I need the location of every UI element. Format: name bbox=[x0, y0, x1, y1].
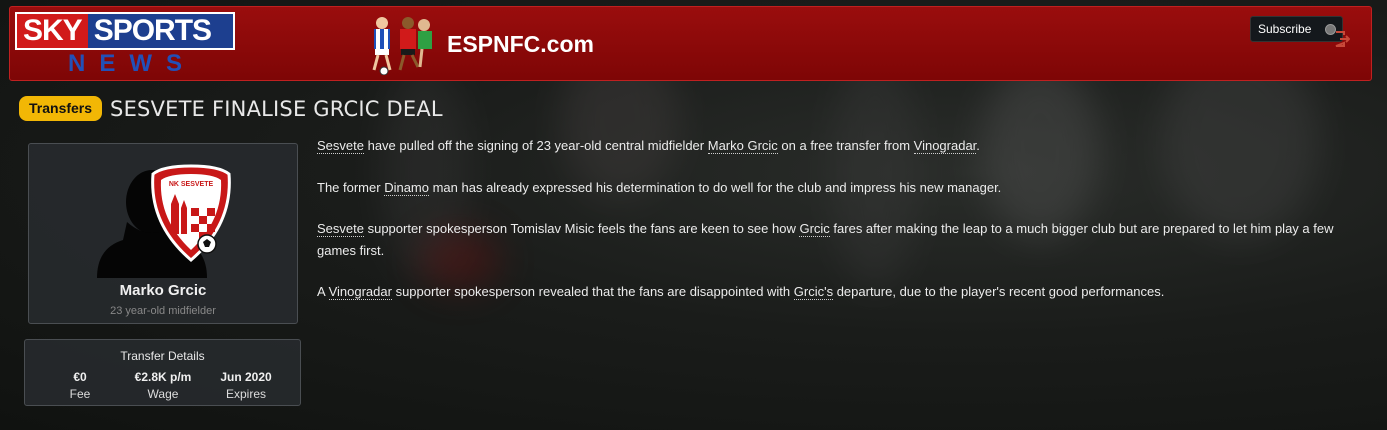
sky-sports-news-logo: SKY SPORTS NEWS bbox=[15, 12, 235, 82]
wage-value: €2.8K p/m bbox=[134, 370, 192, 384]
expires-label: Expires bbox=[225, 387, 266, 401]
expires-value: Jun 2020 bbox=[220, 370, 272, 384]
transfer-fee: €0 Fee bbox=[40, 370, 120, 401]
transfer-details-card: Transfer Details €0 Fee €2.8K p/m Wage J… bbox=[24, 339, 301, 406]
article-link[interactable]: Sesvete bbox=[317, 221, 364, 237]
article-text: have pulled off the signing of 23 year-o… bbox=[363, 138, 708, 153]
crest-text: NK SESVETE bbox=[169, 181, 214, 188]
player-card[interactable]: NK SESVETE Marko Grcic 23 year-old midfi… bbox=[28, 143, 298, 324]
exit-icon[interactable] bbox=[1334, 30, 1350, 48]
category-badge[interactable]: Transfers bbox=[19, 96, 103, 121]
logo-sports-text: SPORTS bbox=[87, 14, 233, 48]
player-name[interactable]: Marko Grcic bbox=[29, 282, 297, 299]
article-link[interactable]: Dinamo bbox=[384, 179, 429, 196]
article-text: . bbox=[976, 138, 980, 153]
club-crest-icon[interactable]: NK SESVETE bbox=[149, 164, 233, 262]
article-text: man has already expressed his determinat… bbox=[428, 179, 1002, 195]
logo-news-text: NEWS bbox=[68, 50, 196, 77]
article-body: Sesvete have pulled off the signing of 2… bbox=[317, 135, 1357, 323]
transfer-details-title: Transfer Details bbox=[120, 349, 205, 363]
wage-label: Wage bbox=[147, 387, 179, 401]
article-link[interactable]: Vinogradar bbox=[328, 284, 392, 300]
subscribe-label: Subscribe bbox=[1258, 22, 1312, 36]
article-link[interactable]: Vinogradar bbox=[913, 138, 977, 154]
site-name: ESPNFC.com bbox=[447, 31, 594, 57]
transfer-wage: €2.8K p/m Wage bbox=[123, 370, 203, 401]
article-paragraph: Sesvete supporter spokesperson Tomislav … bbox=[317, 218, 1357, 261]
article-link[interactable]: Marko Grcic bbox=[707, 138, 778, 154]
article-paragraph: The former Dinamo man has already expres… bbox=[317, 177, 1357, 199]
article-text: departure, due to the player's recent go… bbox=[833, 284, 1165, 299]
fee-label: Fee bbox=[69, 387, 91, 401]
article-text: supporter spokesperson Tomislav Misic fe… bbox=[363, 221, 800, 236]
article-link[interactable]: Sesvete bbox=[317, 138, 364, 154]
player-description: 23 year-old midfielder bbox=[110, 305, 216, 317]
article-text: supporter spokesperson revealed that the… bbox=[391, 284, 794, 299]
article-link[interactable]: Grcic bbox=[799, 221, 830, 237]
article-paragraph: Sesvete have pulled off the signing of 2… bbox=[317, 135, 1357, 157]
fee-value: €0 bbox=[73, 370, 87, 384]
article-text: The former bbox=[317, 179, 385, 195]
logo-sky-text: SKY bbox=[17, 14, 88, 48]
subscribe-toggle[interactable]: Subscribe bbox=[1250, 16, 1343, 42]
article-paragraph: A Vinogradar supporter spokesperson reve… bbox=[317, 281, 1357, 303]
article-text: A bbox=[317, 284, 329, 299]
news-banner: SKY SPORTS NEWS ESPNFC.com Subscribe bbox=[9, 6, 1372, 81]
transfer-expires: Jun 2020 Expires bbox=[206, 370, 286, 401]
football-players-icon bbox=[372, 17, 432, 75]
article-headline: SESVETE FINALISE GRCIC DEAL bbox=[110, 96, 443, 121]
article-link[interactable]: Grcic's bbox=[793, 284, 834, 300]
article-text: on a free transfer from bbox=[777, 138, 914, 153]
article-title-row: Transfers SESVETE FINALISE GRCIC DEAL bbox=[19, 96, 443, 121]
